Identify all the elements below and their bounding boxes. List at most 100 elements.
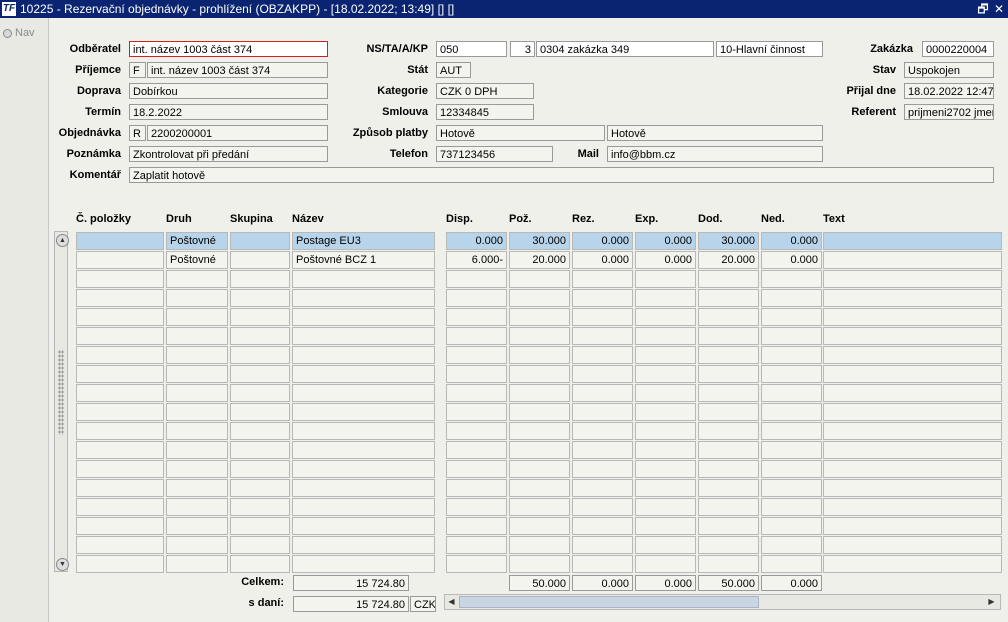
- cell-exp[interactable]: [635, 308, 696, 326]
- cell-rez[interactable]: [572, 422, 633, 440]
- cell-rez[interactable]: [572, 365, 633, 383]
- scroll-right-icon[interactable]: ▶: [986, 596, 997, 608]
- prijemce-code-field[interactable]: F: [129, 62, 146, 78]
- cell-ned[interactable]: [761, 308, 822, 326]
- cell-disp[interactable]: [446, 555, 507, 573]
- horizontal-scroll-thumb[interactable]: [459, 596, 759, 608]
- cell-text[interactable]: [823, 251, 1002, 269]
- cell-text[interactable]: [823, 365, 1002, 383]
- cell-polozky[interactable]: [76, 270, 164, 288]
- cell-dod[interactable]: [698, 289, 759, 307]
- cell-dod[interactable]: [698, 517, 759, 535]
- cell-rez[interactable]: [572, 460, 633, 478]
- cell-nazev[interactable]: [292, 384, 435, 402]
- cell-rez[interactable]: [572, 517, 633, 535]
- cell-skupina[interactable]: [230, 308, 290, 326]
- cell-disp[interactable]: [446, 346, 507, 364]
- cell-rez[interactable]: [572, 270, 633, 288]
- ns-field[interactable]: 050: [436, 41, 507, 57]
- cell-nazev[interactable]: Poštovné BCZ 1: [292, 251, 435, 269]
- cell-disp[interactable]: [446, 270, 507, 288]
- cell-skupina[interactable]: [230, 346, 290, 364]
- cell-nazev[interactable]: [292, 422, 435, 440]
- cell-ned[interactable]: [761, 403, 822, 421]
- cell-ned[interactable]: 0.000: [761, 232, 822, 250]
- cell-text[interactable]: [823, 517, 1002, 535]
- cell-polozky[interactable]: [76, 555, 164, 573]
- cell-dod[interactable]: [698, 308, 759, 326]
- cell-nazev[interactable]: [292, 517, 435, 535]
- cell-ned[interactable]: [761, 460, 822, 478]
- cell-text[interactable]: [823, 441, 1002, 459]
- cell-ned[interactable]: [761, 555, 822, 573]
- cell-rez[interactable]: [572, 346, 633, 364]
- cell-dod[interactable]: [698, 555, 759, 573]
- cell-dod[interactable]: [698, 479, 759, 497]
- cell-disp[interactable]: [446, 517, 507, 535]
- scroll-up-icon[interactable]: ▲: [56, 234, 69, 247]
- cell-ned[interactable]: [761, 441, 822, 459]
- cell-text[interactable]: [823, 384, 1002, 402]
- cell-druh[interactable]: [166, 270, 228, 288]
- cell-polozky[interactable]: [76, 460, 164, 478]
- cell-dod[interactable]: 20.000: [698, 251, 759, 269]
- cell-dod[interactable]: 30.000: [698, 232, 759, 250]
- cell-exp[interactable]: [635, 460, 696, 478]
- prijal-dne-field[interactable]: 18.02.2022 12:47: [904, 83, 994, 99]
- cell-rez[interactable]: [572, 536, 633, 554]
- cell-poz[interactable]: 20.000: [509, 251, 570, 269]
- cell-dod[interactable]: [698, 460, 759, 478]
- cell-skupina[interactable]: [230, 270, 290, 288]
- cell-nazev[interactable]: Postage EU3: [292, 232, 435, 250]
- cell-poz[interactable]: [509, 460, 570, 478]
- cell-text[interactable]: [823, 346, 1002, 364]
- cell-druh[interactable]: [166, 498, 228, 516]
- cell-text[interactable]: [823, 555, 1002, 573]
- cell-druh[interactable]: [166, 517, 228, 535]
- cell-druh[interactable]: [166, 460, 228, 478]
- cell-polozky[interactable]: [76, 441, 164, 459]
- cell-polozky[interactable]: [76, 232, 164, 250]
- cell-skupina[interactable]: [230, 384, 290, 402]
- cell-nazev[interactable]: [292, 346, 435, 364]
- cell-skupina[interactable]: [230, 327, 290, 345]
- doprava-field[interactable]: Dobírkou: [129, 83, 328, 99]
- cell-rez[interactable]: [572, 498, 633, 516]
- cell-text[interactable]: [823, 270, 1002, 288]
- cell-poz[interactable]: [509, 536, 570, 554]
- cell-disp[interactable]: [446, 384, 507, 402]
- cell-druh[interactable]: [166, 479, 228, 497]
- cell-skupina[interactable]: [230, 289, 290, 307]
- cell-text[interactable]: [823, 232, 1002, 250]
- cell-nazev[interactable]: [292, 403, 435, 421]
- cell-ned[interactable]: [761, 365, 822, 383]
- cell-nazev[interactable]: [292, 460, 435, 478]
- referent-field[interactable]: prijmeni2702 jmeno2702: [904, 104, 994, 120]
- cell-druh[interactable]: Poštovné: [166, 232, 228, 250]
- cell-skupina[interactable]: [230, 517, 290, 535]
- cell-nazev[interactable]: [292, 365, 435, 383]
- cell-skupina[interactable]: [230, 536, 290, 554]
- scroll-left-icon[interactable]: ◀: [446, 596, 457, 608]
- cell-skupina[interactable]: [230, 422, 290, 440]
- cell-ned[interactable]: [761, 517, 822, 535]
- cell-poz[interactable]: [509, 479, 570, 497]
- cell-disp[interactable]: [446, 498, 507, 516]
- cell-dod[interactable]: [698, 441, 759, 459]
- cell-exp[interactable]: [635, 422, 696, 440]
- cell-poz[interactable]: [509, 270, 570, 288]
- cell-rez[interactable]: [572, 479, 633, 497]
- cell-rez[interactable]: [572, 384, 633, 402]
- cell-poz[interactable]: [509, 327, 570, 345]
- cell-exp[interactable]: [635, 270, 696, 288]
- telefon-field[interactable]: 737123456: [436, 146, 553, 162]
- cell-skupina[interactable]: [230, 498, 290, 516]
- cell-druh[interactable]: [166, 536, 228, 554]
- cell-dod[interactable]: [698, 403, 759, 421]
- smlouva-field[interactable]: 12334845: [436, 104, 534, 120]
- cell-text[interactable]: [823, 460, 1002, 478]
- cell-poz[interactable]: [509, 422, 570, 440]
- nav-label[interactable]: Nav: [15, 27, 35, 39]
- cell-dod[interactable]: [698, 346, 759, 364]
- cell-druh[interactable]: [166, 308, 228, 326]
